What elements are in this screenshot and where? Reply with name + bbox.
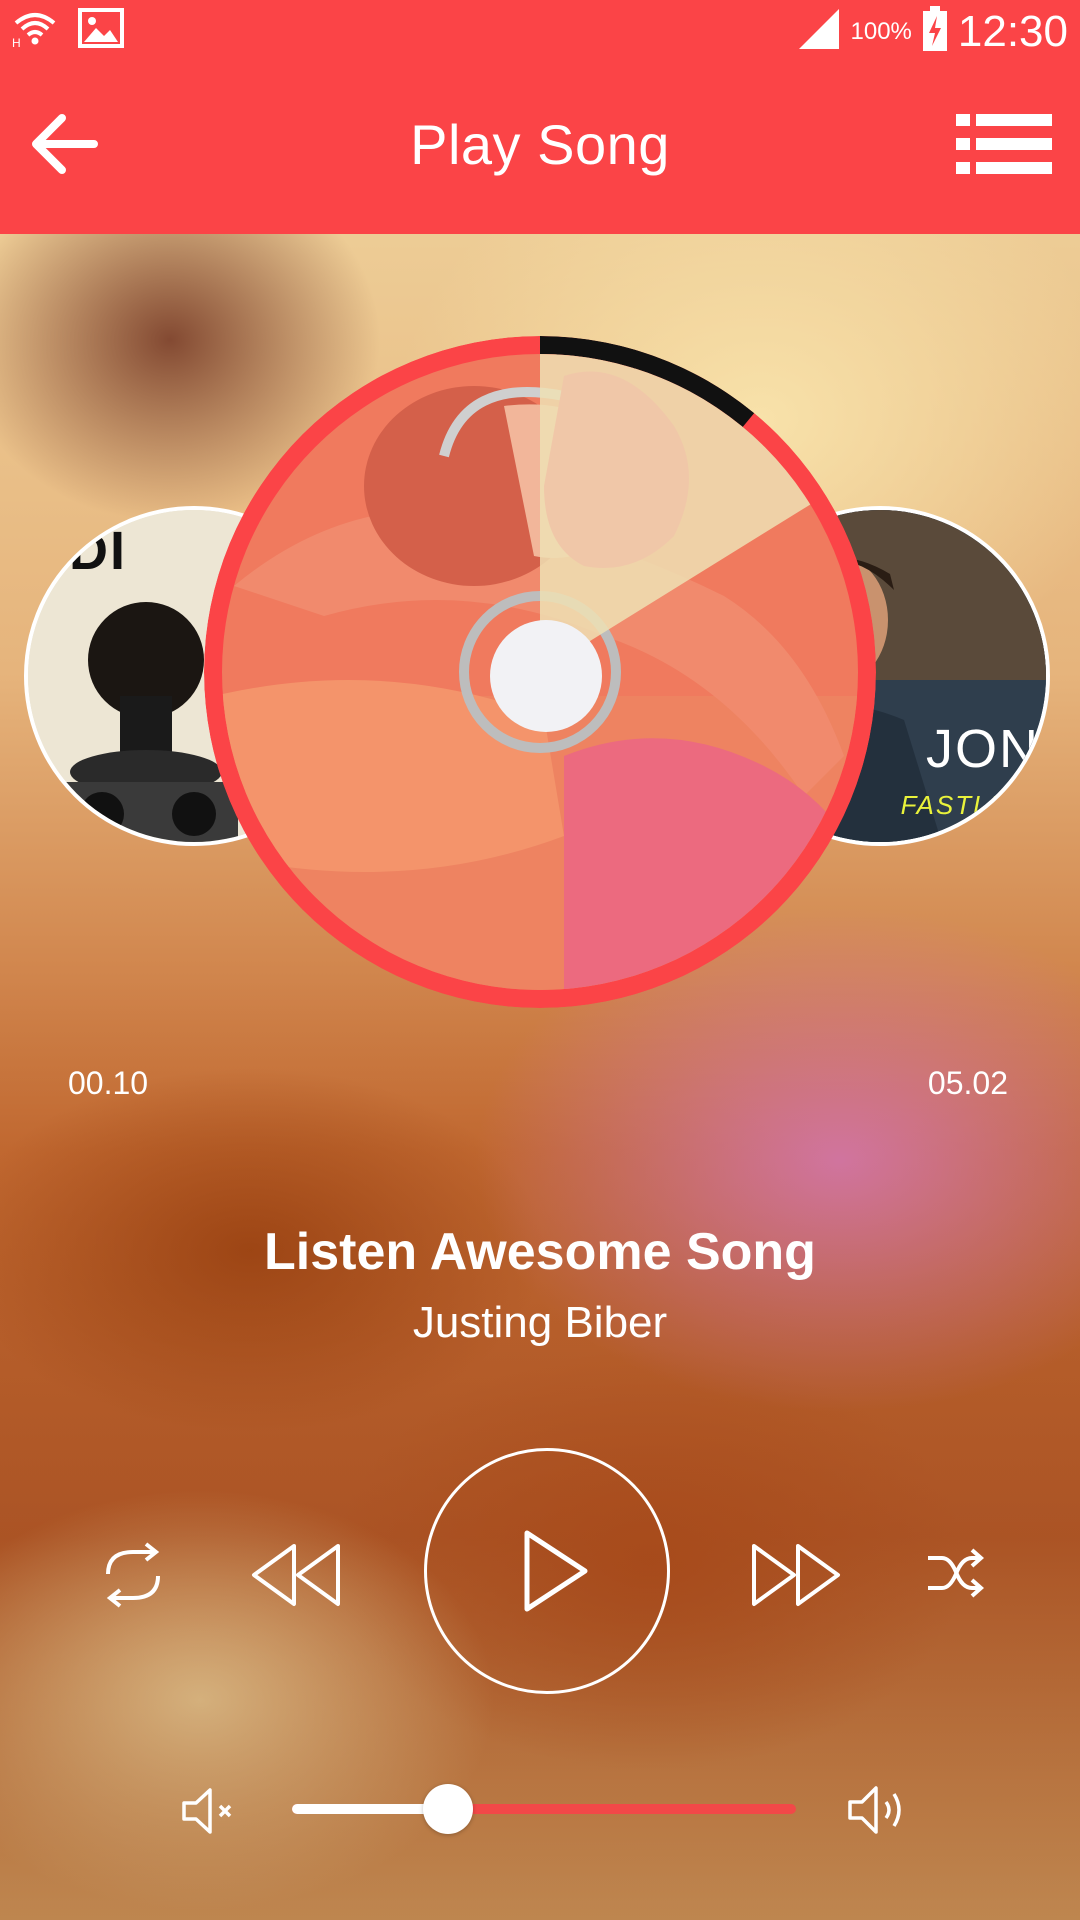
- status-bar: H 100% 12:30: [0, 0, 1080, 64]
- volume-slider[interactable]: [292, 1784, 796, 1834]
- song-artist: Justing Biber: [412, 1298, 668, 1347]
- play-icon: [524, 1530, 588, 1612]
- wifi-icon: H: [12, 9, 58, 52]
- volume-slider-thumb[interactable]: [423, 1784, 474, 1834]
- image-notification-icon: [78, 8, 124, 53]
- total-duration: 05.02: [927, 1065, 1008, 1101]
- disc-center-button[interactable]: [490, 620, 602, 732]
- battery-percent: 100%: [850, 17, 912, 45]
- svg-text:H: H: [12, 36, 21, 47]
- album-cover-subtext: FASTLIFE: [900, 790, 1036, 820]
- clock: 12:30: [957, 6, 1068, 56]
- app-bar: Play Song: [0, 64, 1080, 234]
- elapsed-time: 00.10: [68, 1065, 149, 1101]
- battery-charging-icon: [922, 6, 948, 57]
- fast-forward-icon[interactable]: [750, 1542, 842, 1608]
- list-menu-icon[interactable]: [956, 112, 1052, 176]
- rewind-icon[interactable]: [250, 1542, 342, 1608]
- volume-mute-icon[interactable]: [180, 1786, 240, 1836]
- album-cover-text: JON: [926, 719, 1040, 779]
- album-cover-text: ADI: [28, 521, 127, 581]
- signal-icon: [797, 7, 841, 56]
- repeat-icon[interactable]: [98, 1540, 168, 1610]
- play-button[interactable]: [424, 1448, 670, 1694]
- page-title: Play Song: [410, 113, 670, 176]
- shuffle-icon[interactable]: [926, 1544, 985, 1602]
- song-title: Listen Awesome Song: [264, 1223, 816, 1281]
- volume-up-icon[interactable]: [846, 1784, 908, 1836]
